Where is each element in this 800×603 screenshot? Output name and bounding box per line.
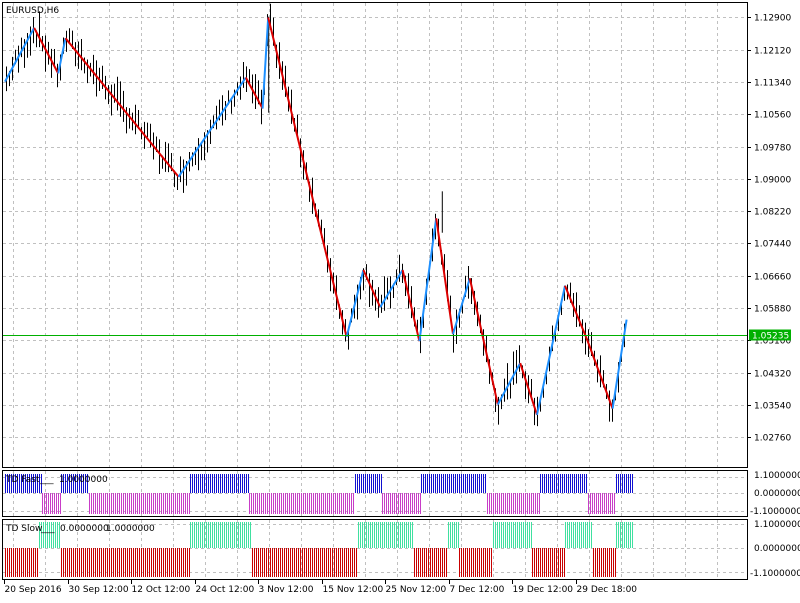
slow-axis-label-mid: 0.0000000 [754,544,800,554]
price-axis-label: 1.12120 [754,47,791,57]
price-axis-label: 1.11340 [754,79,791,89]
zigzag-up-segment [611,319,628,409]
price-axis-label: 1.09780 [754,144,791,154]
zigzag-down-segment [519,362,538,416]
zigzag-up-segment [177,76,247,178]
fast-axis-label-top: 1.1000000 [754,471,800,481]
zigzag-up-segment [536,285,566,416]
zigzag-down-segment [362,269,382,308]
td-slow-value-1: 0.0000000 [60,524,109,534]
zigzag-up-segment [496,362,522,405]
price-axis-label: 1.08220 [754,208,791,218]
zigzag-down-segment [401,269,421,342]
td-fast-title: TD Fast [5,475,40,485]
price-axis-label: 1.06660 [754,273,791,283]
time-axis-label: 12 Oct 12:00 [132,585,191,595]
fast-axis-label-bot: -1.1000000 [750,507,800,517]
td-slow-value-2: 1.0000000 [106,524,155,534]
zigzag-up-segment [345,269,365,338]
time-axis-label: 7 Dec 12:00 [450,585,505,595]
zigzag-up-segment [4,27,35,83]
time-axis-label: 3 Nov 12:00 [259,585,314,595]
td-fast-value: 1.0000000 [59,475,108,485]
zigzag-down-segment [64,37,180,178]
time-axis-label: 19 Dec 12:00 [513,585,574,595]
price-bars [6,3,625,427]
zigzag-down-segment [267,17,348,338]
chart-window[interactable]: 1.12900 1.12120 1.11340 1.10560 1.09780 1.090… [0,0,800,600]
fast-axis-label-mid: 0.0000000 [754,489,800,499]
chart-canvas[interactable]: 1.12900 1.12120 1.11340 1.10560 1.09780 1.090… [0,0,800,600]
current-price-tag-text: 1.05235 [752,332,789,342]
time-axis-label: 30 Sep 12:00 [69,585,129,595]
price-axis-label: 1.04320 [754,370,791,380]
slow-axis-label-top: 1.1000000 [754,520,800,530]
td-fast-underline: ___ [39,475,54,485]
zigzag-up-segment [418,218,438,342]
zigzag-up-segment [261,17,270,109]
time-axis-label: 29 Dec 18:00 [577,585,638,595]
price-axis-label: 1.03540 [754,402,791,412]
time-axis-label: 24 Oct 12:00 [196,585,255,595]
symbol-label: EURUSD,H6 [6,6,59,16]
slow-axis-label-bot: -1.1000000 [750,569,800,579]
zigzag-up-segment [379,269,404,308]
price-axis-label: 1.05880 [754,305,791,315]
zigzag-down-segment [435,218,454,335]
price-axis-label: 1.02760 [754,434,791,444]
time-axis-label: 20 Sep 2016 [5,585,62,595]
price-axis-label: 1.12900 [754,14,791,24]
zigzag-up-segment [57,37,67,74]
zigzag-down-segment [244,77,264,110]
td-slow-title: TD Slow [5,524,42,534]
price-axis-label: 1.07440 [754,240,791,250]
main-pane-frame [2,2,748,468]
price-axis-label: 1.10560 [754,111,791,121]
price-axis-label: 1.09000 [754,176,791,186]
td-slow-underline: ___ [40,524,55,534]
time-axis-label: 25 Nov 12:00 [386,585,447,595]
time-axis-label: 15 Nov 12:00 [323,585,384,595]
zigzag-down-segment [586,339,614,409]
